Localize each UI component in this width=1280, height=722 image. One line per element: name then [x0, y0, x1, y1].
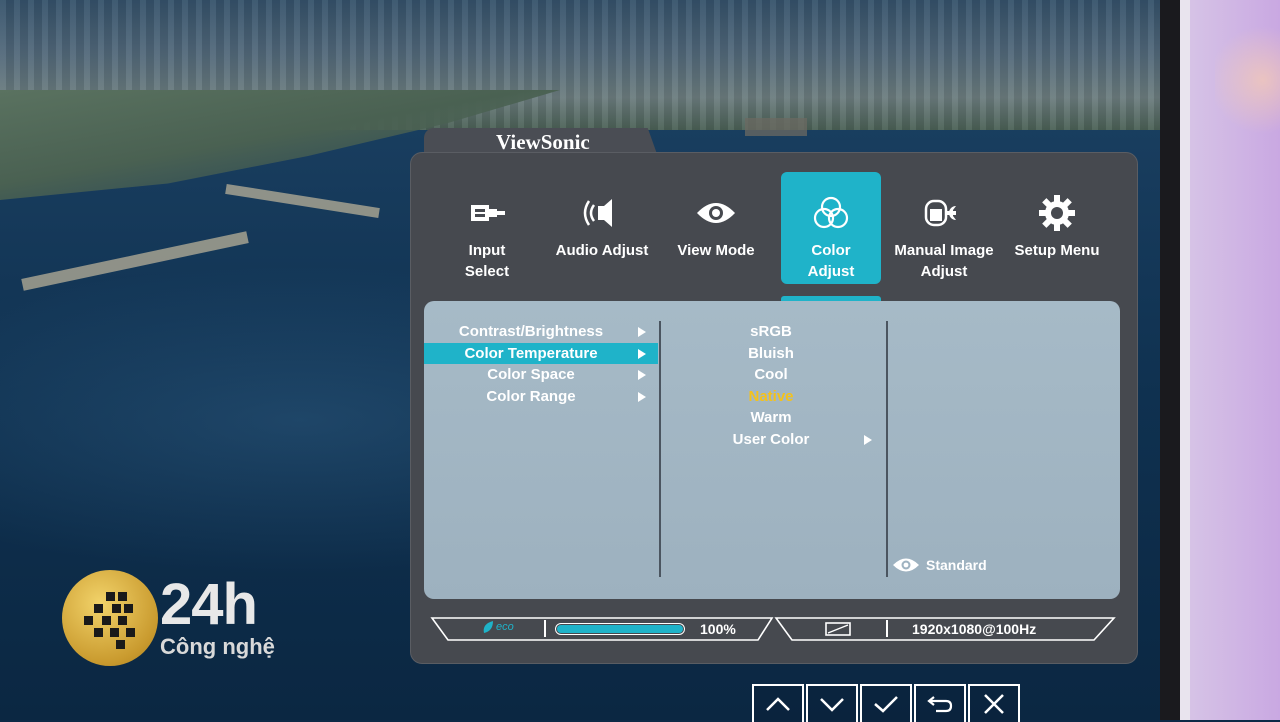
option-cool[interactable]: Cool [660, 364, 882, 386]
nav-label: Adjust [920, 263, 968, 280]
nav-label: Select [464, 263, 510, 280]
view-mode-value: Standard [926, 557, 987, 573]
logo-emblem-icon [62, 570, 158, 666]
nav-label: Color [811, 242, 851, 259]
arrow-right-icon [638, 327, 646, 337]
aspect-ratio-icon [825, 622, 851, 641]
nav-label: Manual Image [894, 242, 994, 259]
column-divider [886, 321, 888, 577]
nav-label: Adjust [807, 263, 855, 280]
nav-setup-menu[interactable]: Setup Menu [1007, 172, 1107, 284]
chevron-up-icon [766, 697, 790, 711]
logo-number: 24h [160, 572, 258, 637]
eye-icon [666, 194, 766, 232]
monitor-keys [752, 684, 1020, 722]
arrow-right-icon [638, 348, 646, 359]
image-wrench-icon [894, 194, 994, 232]
nav-input-select[interactable]: Input Select [437, 172, 537, 284]
eye-icon [893, 558, 919, 572]
key-ok[interactable] [860, 684, 912, 722]
check-icon [874, 696, 898, 713]
nav-view-mode[interactable]: View Mode [666, 172, 766, 284]
nav-color-adjust[interactable]: Color Adjust [781, 172, 881, 284]
option-srgb[interactable]: sRGB [660, 321, 882, 343]
chevron-down-icon [820, 698, 844, 712]
submenu-item-label: Color Temperature [464, 344, 598, 362]
ambient-light [1215, 20, 1280, 140]
key-down[interactable] [806, 684, 858, 722]
eco-indicator: eco [482, 620, 514, 634]
submenu-item-label: Color Space [487, 366, 575, 383]
submenu-item-color-temperature[interactable]: Color Temperature [424, 342, 658, 364]
leaf-icon [483, 621, 493, 633]
eco-label: eco [496, 621, 514, 633]
nav-label: Setup Menu [1014, 242, 1100, 259]
submenu-item-color-space[interactable]: Color Space [424, 364, 658, 386]
key-close[interactable] [968, 684, 1020, 722]
arrow-right-icon [638, 391, 646, 402]
input-select-icon [437, 194, 537, 232]
brightness-bar [555, 623, 685, 635]
resolution-value: 1920x1080@100Hz [912, 621, 1037, 637]
nav-label: Input [468, 242, 506, 259]
nav-audio-adjust[interactable]: Audio Adjust [552, 172, 652, 284]
key-up[interactable] [752, 684, 804, 722]
nav-label: Audio Adjust [555, 242, 649, 259]
option-user-color[interactable]: User Color [660, 429, 882, 451]
return-icon [927, 696, 953, 713]
gear-icon [1007, 194, 1107, 232]
nav-label: View Mode [677, 242, 755, 259]
osd-menu: ViewSonic Input Select Audio Adjust View… [410, 128, 1138, 664]
option-label: User Color [732, 430, 810, 448]
watermark-logo: 24h Công nghệ [62, 570, 302, 670]
color-temperature-options: sRGB Bluish Cool Native Warm User Color [660, 321, 882, 450]
speaker-icon [552, 194, 652, 232]
submenu-item-contrast-brightness[interactable]: Contrast/Brightness [424, 321, 658, 343]
color-adjust-submenu: Contrast/Brightness Color Temperature Co… [424, 321, 658, 407]
submenu-item-label: Contrast/Brightness [458, 323, 604, 340]
close-icon [984, 694, 1004, 714]
color-circles-icon [781, 194, 881, 232]
separator [886, 620, 888, 637]
option-native[interactable]: Native [660, 386, 882, 408]
view-mode-indicator: Standard [892, 556, 987, 574]
submenu-item-label: Color Range [486, 387, 576, 405]
key-back[interactable] [914, 684, 966, 722]
brightness-bar-fill [557, 625, 683, 633]
separator [544, 620, 546, 637]
logo-subtitle: Công nghệ [160, 634, 275, 659]
nav-manual-image-adjust[interactable]: Manual Image Adjust [894, 172, 994, 284]
status-bar: eco 100% 1920x1080@100Hz [430, 616, 1116, 642]
menu-panel: Contrast/Brightness Color Temperature Co… [424, 301, 1120, 599]
arrow-right-icon [864, 434, 872, 445]
arrow-right-icon [638, 370, 646, 380]
option-bluish[interactable]: Bluish [660, 343, 882, 365]
submenu-item-color-range[interactable]: Color Range [424, 386, 658, 408]
option-warm[interactable]: Warm [660, 407, 882, 429]
brightness-value: 100% [700, 621, 736, 637]
